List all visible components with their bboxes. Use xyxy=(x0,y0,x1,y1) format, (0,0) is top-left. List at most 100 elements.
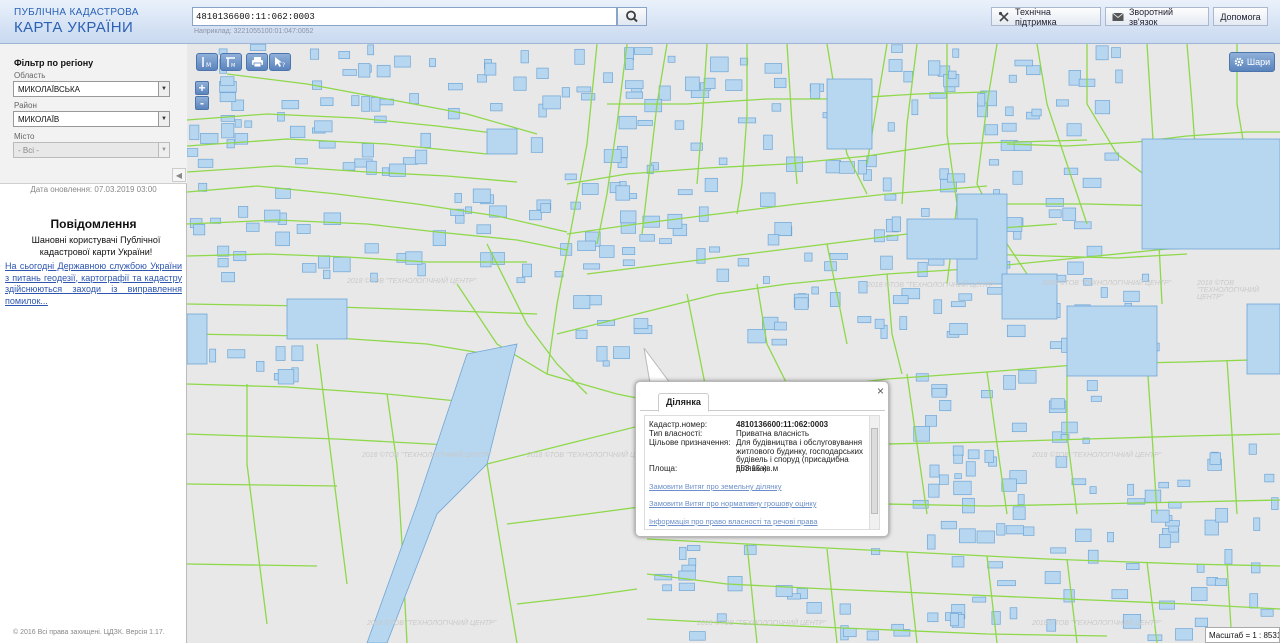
building-footprint xyxy=(662,584,673,592)
building-footprint xyxy=(233,251,247,262)
building-footprint xyxy=(639,234,655,242)
building-footprint xyxy=(620,210,637,224)
feedback-button[interactable]: Зворотний зв'язок xyxy=(1105,7,1209,27)
parcel-layer xyxy=(187,44,1280,643)
building-footprint xyxy=(420,132,431,148)
building-footprint xyxy=(804,252,813,262)
building-footprint xyxy=(472,188,491,203)
building-footprint xyxy=(952,445,964,457)
tech-support-button[interactable]: Технічна підтримка xyxy=(991,7,1101,27)
building-footprint xyxy=(1094,100,1111,115)
building-footprint xyxy=(967,449,980,460)
building-footprint xyxy=(417,263,426,277)
building-footprint xyxy=(603,72,613,83)
building-footprint xyxy=(939,474,949,485)
search-icon xyxy=(626,10,638,23)
building-footprint xyxy=(516,277,526,284)
building-footprint xyxy=(1013,141,1032,151)
building-footprint xyxy=(696,248,706,264)
watermark: 2018 ©ТОВ "ТЕХНОЛОГІЧНИЙ ЦЕНТР" xyxy=(867,282,997,289)
region-select[interactable]: МИКОЛАЇВСЬКА ▼ xyxy=(13,81,170,97)
building-footprint xyxy=(490,103,503,112)
collapse-panel-button[interactable]: ◀ xyxy=(172,168,186,182)
popup-pointer xyxy=(643,347,671,385)
building-footprint xyxy=(1014,59,1033,67)
building-footprint xyxy=(794,297,809,310)
building-footprint xyxy=(302,263,317,273)
building-footprint xyxy=(1061,421,1078,434)
scroll-thumb[interactable] xyxy=(871,428,878,514)
building-footprint xyxy=(1191,587,1208,602)
identify-tool-button[interactable]: ? xyxy=(269,53,291,71)
building-footprint xyxy=(687,545,701,551)
building-footprint xyxy=(703,77,716,89)
building-footprint xyxy=(1090,395,1102,402)
building-footprint xyxy=(1006,324,1026,338)
building-footprint xyxy=(275,346,286,361)
building-footprint xyxy=(857,160,867,175)
building-footprint xyxy=(376,64,391,78)
building-footprint xyxy=(1050,398,1065,410)
watermark: 2018 ©ТОВ "ТЕХНОЛОГІЧНИЙ ЦЕНТР" xyxy=(367,620,497,627)
building-footprint xyxy=(871,548,881,555)
site-logo[interactable]: ПУБЛІЧНА КАДАСТРОВА КАРТА УКРАЇНИ xyxy=(14,8,139,36)
ownership-info-link[interactable]: Інформація про право власності та речові… xyxy=(649,517,818,526)
zoom-in-button[interactable]: + xyxy=(195,81,209,95)
cadastral-map[interactable]: 2018 ©ТОВ "ТЕХНОЛОГІЧНИЙ ЦЕНТР" 2018 ©ТО… xyxy=(187,44,1280,643)
cadastral-search-input[interactable] xyxy=(192,7,617,26)
building-footprint xyxy=(1100,287,1108,298)
building-footprint xyxy=(704,177,718,193)
ruler-tool-button[interactable]: M xyxy=(196,53,218,71)
region-select-value: МИКОЛАЇВСЬКА xyxy=(18,85,81,94)
building-footprint xyxy=(988,159,1000,166)
building-footprint xyxy=(338,51,351,59)
chevron-down-icon: ▼ xyxy=(158,143,169,157)
watermark: 2018 ©ТОВ "ТЕХНОЛОГІЧНИЙ ЦЕНТР" xyxy=(1032,452,1162,459)
building-footprint xyxy=(899,316,908,330)
building-footprint xyxy=(361,143,374,158)
filter-title: Фільтр по регіону xyxy=(14,58,94,68)
popup-scrollbar[interactable] xyxy=(869,416,879,529)
area-tool-button[interactable]: M xyxy=(220,53,242,71)
building-footprint xyxy=(596,346,608,362)
building-footprint xyxy=(540,203,551,213)
building-footprint xyxy=(370,97,381,112)
tab-parcel[interactable]: Ділянка xyxy=(658,393,709,412)
building-footprint xyxy=(1001,122,1017,132)
building-footprint xyxy=(891,623,904,631)
printer-icon xyxy=(251,57,263,68)
layers-button[interactable]: Шари xyxy=(1229,52,1275,72)
print-button[interactable] xyxy=(246,53,268,71)
search-button[interactable] xyxy=(617,7,647,26)
building-footprint xyxy=(576,86,592,93)
building-footprint xyxy=(951,556,965,568)
building-footprint xyxy=(667,55,676,63)
building-footprint xyxy=(394,55,411,68)
building-footprint xyxy=(891,44,903,53)
building-footprint xyxy=(1075,528,1092,542)
building-footprint xyxy=(409,93,419,105)
building-footprint xyxy=(858,281,868,294)
cursor-question-icon: ? xyxy=(275,57,285,68)
building-footprint xyxy=(1005,525,1024,535)
layers-label: Шари xyxy=(1246,57,1271,67)
city-select[interactable]: - Всі - ▼ xyxy=(13,142,170,158)
building-footprint xyxy=(698,206,709,222)
zoom-out-button[interactable]: - xyxy=(195,96,209,110)
building-footprint xyxy=(1177,479,1191,487)
building-footprint xyxy=(1005,106,1014,117)
district-select[interactable]: МИКОЛАЇВ ▼ xyxy=(13,111,170,127)
building-footprint xyxy=(965,461,976,477)
notice-link[interactable]: На сьогодні Державною службою України з … xyxy=(5,261,182,307)
order-valuation-extract-link[interactable]: Замовити Витяг про нормативну грошову оц… xyxy=(649,499,816,508)
building-footprint xyxy=(1082,177,1102,188)
help-button[interactable]: Допомога xyxy=(1213,7,1268,26)
building-footprint xyxy=(1048,209,1062,218)
svg-text:?: ? xyxy=(282,62,285,68)
left-panel: Фільтр по регіону Область МИКОЛАЇВСЬКА ▼… xyxy=(0,44,187,643)
order-parcel-extract-link[interactable]: Замовити Витяг про земельну ділянку xyxy=(649,482,782,491)
building-footprint xyxy=(1147,634,1163,642)
building-footprint xyxy=(958,293,973,301)
building-footprint xyxy=(529,210,542,221)
building-footprint xyxy=(615,185,630,201)
